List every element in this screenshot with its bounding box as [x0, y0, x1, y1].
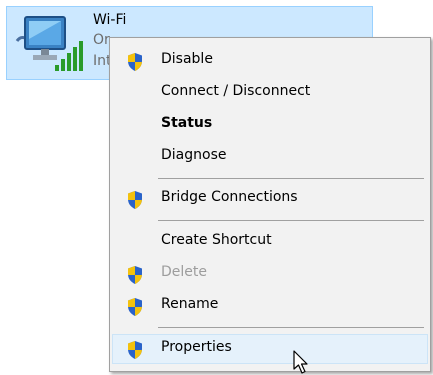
menu-separator [158, 220, 424, 221]
menu-item-label: Rename [161, 296, 219, 312]
menu-item-label: Diagnose [161, 147, 227, 163]
shield-icon [128, 298, 142, 316]
shield-icon [128, 341, 142, 359]
menu-item-status[interactable]: Status [112, 110, 428, 140]
menu-item-label: Disable [161, 51, 213, 67]
menu-item-connect-disconnect[interactable]: Connect / Disconnect [112, 78, 428, 108]
shield-icon [128, 266, 142, 284]
desktop-surface: Wi-Fi Or Int Disable Connect / Disconnec… [0, 0, 433, 375]
menu-item-label: Connect / Disconnect [161, 83, 311, 99]
menu-item-delete: Delete [112, 259, 428, 289]
shield-icon [128, 53, 142, 71]
menu-item-label: Create Shortcut [161, 232, 272, 248]
menu-item-properties[interactable]: Properties [112, 334, 428, 364]
menu-item-label: Bridge Connections [161, 189, 298, 205]
menu-item-diagnose[interactable]: Diagnose [112, 142, 428, 172]
menu-item-label: Delete [161, 264, 207, 280]
shield-icon [128, 191, 142, 209]
menu-item-bridge-connections[interactable]: Bridge Connections [112, 184, 428, 214]
adapter-status-text: Or [93, 32, 110, 48]
wifi-network-adapter-icon [15, 16, 83, 71]
adapter-name: Wi-Fi [93, 12, 127, 28]
mouse-pointer-icon [293, 350, 308, 374]
menu-item-create-shortcut[interactable]: Create Shortcut [112, 227, 428, 257]
menu-separator [158, 178, 424, 179]
menu-item-rename[interactable]: Rename [112, 291, 428, 321]
adapter-context-menu: Disable Connect / Disconnect Status Diag… [109, 37, 431, 372]
menu-item-label: Status [161, 115, 213, 131]
menu-separator [158, 327, 424, 328]
menu-item-label: Properties [161, 339, 232, 355]
menu-item-disable[interactable]: Disable [112, 46, 428, 76]
